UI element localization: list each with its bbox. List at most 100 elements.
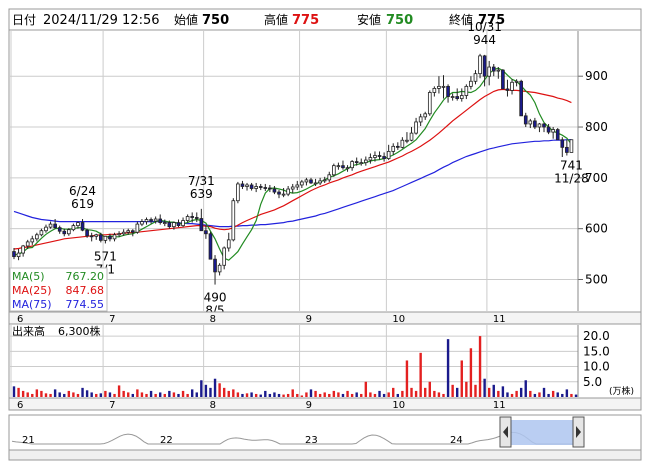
volume-bar [163,393,166,397]
ma-legend: MA(5) 767.20 MA(25) 847.68 MA(75) 774.55 [9,267,108,312]
volume-bar [99,393,103,397]
candle-body [185,216,190,221]
volume-bar [364,381,368,397]
candle-body [377,155,382,157]
month-label: 6 [17,314,23,325]
volume-bar [337,392,340,397]
candle-body [478,55,482,75]
candle-body [373,155,377,158]
volume-bar [501,386,505,397]
month-label: 10 [392,400,405,411]
navigator-left-handle[interactable] [499,416,512,448]
volume-bar [31,393,34,397]
candle-body [359,162,364,165]
candle-body [277,191,281,195]
volume-bar [131,393,134,397]
month-label: 9 [306,400,312,411]
candle-body [112,234,117,240]
volume-bar [414,390,418,397]
candle-body [423,113,428,118]
volume-tick-label: 10.0 [583,360,610,374]
candle-body [569,139,574,153]
candle-body [149,219,153,222]
candle-body [94,234,99,237]
candle-body [35,234,39,240]
candle-body [281,193,286,196]
volume-bar [305,392,308,397]
volume-bar [424,387,427,397]
candle-body [85,229,89,237]
volume-bar [159,392,162,397]
volume-bar [122,390,125,397]
candle-body [135,223,140,233]
volume-bar [53,389,57,397]
volume-bar [328,393,331,397]
candle-body [487,66,492,77]
candle-body [39,230,44,236]
candle-body [76,222,80,227]
volume-bar [524,380,527,397]
annotation-value: 639 [190,187,213,201]
volume-bar [108,392,112,397]
volume-bar [127,392,130,397]
volume-bar [222,387,226,397]
candle-body [496,69,501,72]
volume-bar [492,384,495,397]
navigator-scrollbar[interactable] [8,449,642,461]
annotation-date: 11/28 [554,171,589,185]
volume-bar [510,393,514,397]
volume-bar [451,384,454,397]
candle-body [519,80,523,117]
candle-body [565,146,569,153]
annotation-date: 7/31 [188,174,215,188]
volume-bar [300,395,304,397]
volume-bar [168,390,171,397]
volume-bar [369,392,372,397]
volume-bar [446,339,450,397]
candle-body [405,139,409,142]
candle-body [268,187,272,190]
volume-bar [378,390,381,397]
volume-bar [318,393,322,397]
candle-body [71,225,76,231]
candle-body [537,123,542,128]
volume-bar [355,392,358,397]
volume-bar [561,393,564,397]
candle-body [53,223,57,229]
candle-body [332,165,336,176]
candle-body [172,222,176,228]
navigator-right-handle[interactable] [572,416,585,448]
candle-body [108,235,112,240]
volume-bar [282,394,285,397]
volume-bar [227,390,230,397]
candle-body [304,179,309,183]
candle-body [158,218,163,223]
candle-body [482,55,487,77]
volume-bar [200,380,203,397]
volume-bar [21,390,25,397]
annotation-date: 10/31 [467,20,502,34]
volume-bar [241,393,244,397]
volume-bar [469,348,473,397]
volume-bar [177,393,180,397]
candle-body [309,179,313,184]
volume-bar [396,393,400,397]
candle-body [368,157,373,161]
candle-body [455,96,460,99]
volume-value: 6,300株 [58,324,101,338]
volume-bar [570,393,573,397]
candle-body [327,174,332,181]
volume-bar [26,392,29,397]
low-value: 750 [386,13,413,28]
open-label: 始値 [174,12,198,27]
volume-bar [350,393,354,397]
candle-body [140,221,144,225]
candle-body [272,188,277,193]
month-label: 10 [392,314,405,325]
volume-bar [236,392,240,397]
volume-bar [35,389,39,397]
candle-body [117,233,121,236]
candle-body [473,73,478,82]
volume-bar [58,392,61,397]
candle-body [57,227,62,232]
